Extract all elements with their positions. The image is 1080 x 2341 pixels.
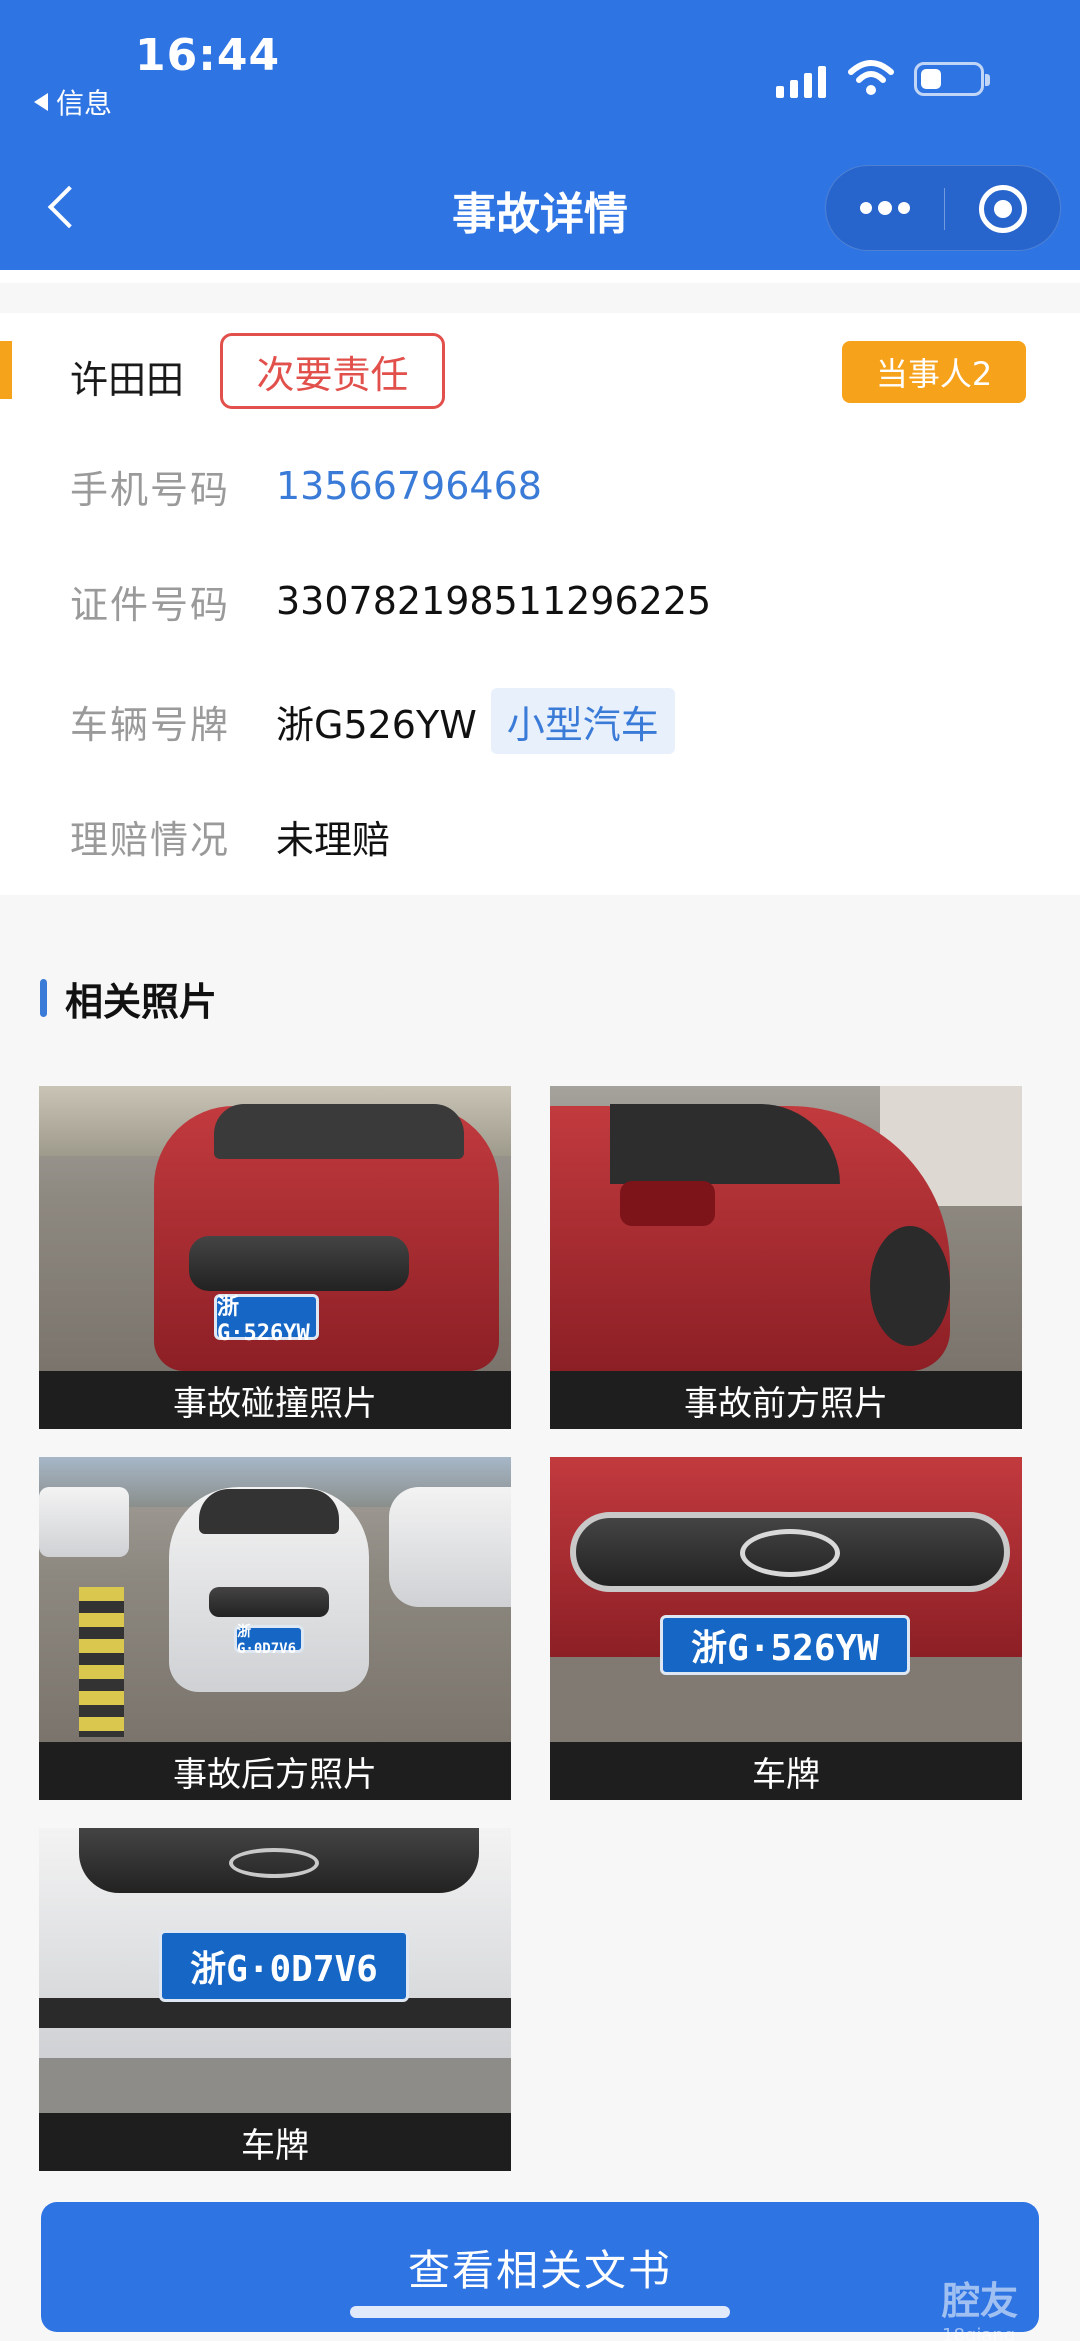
collision-plate: 浙G·526YW bbox=[214, 1294, 319, 1346]
photo-caption: 事故后方照片 bbox=[39, 1742, 511, 1800]
close-miniapp-icon[interactable] bbox=[979, 185, 1027, 233]
collision-image: 浙G·526YW bbox=[39, 1086, 511, 1371]
plate-label: 车辆号牌 bbox=[70, 702, 231, 747]
id-number-value: 330782198511296225 bbox=[276, 579, 712, 623]
watermark-sub: 18qiang bbox=[942, 2325, 1016, 2341]
rear-image: 浙G·0D7V6 bbox=[39, 1457, 511, 1742]
home-indicator bbox=[350, 2306, 730, 2318]
cellular-signal-icon bbox=[776, 64, 826, 98]
plate-image-1: 浙G·526YW bbox=[550, 1457, 1022, 1742]
photos-section-title: 相关照片 bbox=[40, 970, 217, 1026]
photo-plate-2[interactable]: 浙G·0D7V6 车牌 bbox=[39, 1828, 511, 2171]
photo-rear[interactable]: 浙G·0D7V6 事故后方照片 bbox=[39, 1457, 511, 1800]
more-icon[interactable] bbox=[860, 201, 910, 215]
section-title-text: 相关照片 bbox=[65, 979, 218, 1024]
photo-caption: 车牌 bbox=[550, 1742, 1022, 1800]
capsule-divider bbox=[944, 188, 945, 230]
status-time: 16:44 bbox=[135, 30, 281, 81]
status-back-label: 信息 bbox=[56, 87, 113, 120]
back-triangle-icon bbox=[34, 93, 48, 111]
photo-front[interactable]: 事故前方照片 bbox=[550, 1086, 1022, 1429]
phone-row: 手机号码 13566796468 bbox=[70, 456, 542, 516]
photo-plate-1[interactable]: 浙G·526YW 车牌 bbox=[550, 1457, 1022, 1800]
section-accent-bar bbox=[40, 979, 47, 1017]
claim-value: 未理赔 bbox=[276, 817, 391, 862]
party-card: 许田田 次要责任 当事人2 手机号码 13566796468 证件号码 3307… bbox=[0, 313, 1080, 895]
battery-icon bbox=[914, 62, 990, 96]
photo-collision[interactable]: 浙G·526YW 事故碰撞照片 bbox=[39, 1086, 511, 1429]
plate-2-text: 浙G·0D7V6 bbox=[159, 1930, 409, 2002]
party-accent-bar bbox=[0, 341, 12, 399]
site-watermark: 腔友 18qiang bbox=[942, 2270, 1072, 2341]
photo-caption: 事故碰撞照片 bbox=[39, 1371, 511, 1429]
photo-caption: 车牌 bbox=[39, 2113, 511, 2171]
miniapp-capsule bbox=[825, 165, 1061, 251]
plate-image-2: 浙G·0D7V6 bbox=[39, 1828, 511, 2113]
claim-label: 理赔情况 bbox=[70, 817, 231, 862]
party-number-badge: 当事人2 bbox=[842, 341, 1026, 403]
plate-row: 车辆号牌 浙G526YW 小型汽车 bbox=[70, 686, 675, 756]
id-number-row: 证件号码 330782198511296225 bbox=[70, 571, 711, 631]
watermark-text: 腔友 bbox=[942, 2279, 1019, 2323]
id-number-label: 证件号码 bbox=[70, 582, 231, 627]
app-header: 16:44 信息 事故详情 bbox=[0, 0, 1080, 270]
header-separator bbox=[0, 270, 1080, 283]
plate-1-text: 浙G·526YW bbox=[660, 1615, 910, 1675]
phone-label: 手机号码 bbox=[70, 467, 231, 512]
wifi-icon bbox=[848, 60, 894, 95]
front-image bbox=[550, 1086, 1022, 1371]
vehicle-type-tag: 小型汽车 bbox=[490, 688, 675, 754]
rear-plate: 浙G·0D7V6 bbox=[234, 1624, 304, 1657]
photo-caption: 事故前方照片 bbox=[550, 1371, 1022, 1429]
phone-link[interactable]: 13566796468 bbox=[276, 464, 542, 508]
status-back-to-app[interactable]: 信息 bbox=[34, 82, 112, 122]
plate-value: 浙G526YW bbox=[276, 702, 477, 747]
responsibility-tag: 次要责任 bbox=[220, 333, 445, 409]
claim-row: 理赔情况 未理赔 bbox=[70, 806, 390, 866]
party-name: 许田田 bbox=[70, 358, 185, 402]
